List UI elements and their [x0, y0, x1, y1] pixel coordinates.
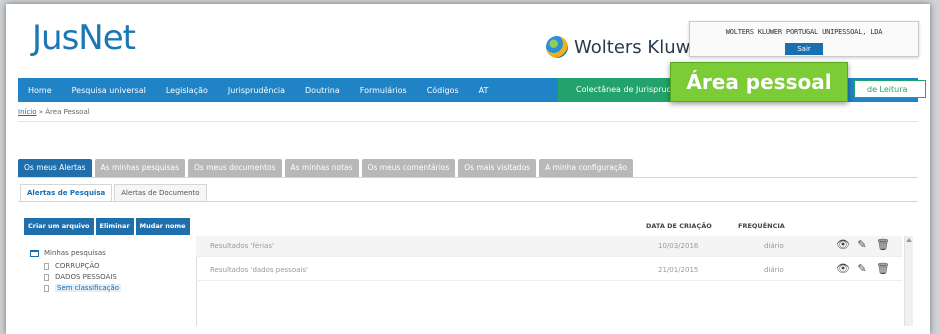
breadcrumb-home-link[interactable]: Início [18, 108, 37, 116]
page-frame: JusNet Wolters Kluwer WOLTERS KLUWER POR… [6, 4, 930, 334]
nav-item-forms[interactable]: Formulários [350, 86, 417, 95]
nav-item-legislation[interactable]: Legislação [156, 86, 218, 95]
row-frequency: diário [764, 266, 784, 274]
document-icon [44, 284, 49, 292]
sub-tabs: Alertas de Pesquisa Alertas de Documento [20, 184, 209, 201]
company-panel: WOLTERS KLUWER PORTUGAL UNIPESSOAL, LDA … [689, 21, 919, 57]
create-folder-button[interactable]: Criar um arquivo [24, 218, 94, 235]
tab-my-notes[interactable]: As minhas notas [284, 159, 359, 177]
delete-button[interactable]: Eliminar [95, 218, 134, 235]
subtab-search-alerts[interactable]: Alertas de Pesquisa [20, 184, 113, 201]
tree-item-label: CORRUPÇÃO [55, 262, 100, 270]
row-date: 21/01/2015 [658, 266, 699, 274]
view-icon[interactable]: 👁 [836, 263, 850, 275]
tree-item-corruption[interactable]: CORRUPÇÃO [44, 262, 121, 270]
tree-item-label: Sem classificação [55, 284, 122, 292]
tree-item-label: DADOS PESSOAIS [55, 273, 117, 281]
subtab-document-alerts[interactable]: Alertas de Documento [114, 184, 207, 201]
jusnet-logo[interactable]: JusNet [32, 18, 136, 58]
document-icon [44, 273, 49, 281]
edit-icon[interactable]: ✎ [856, 263, 868, 275]
table-scrollbar[interactable] [904, 236, 913, 326]
divider [18, 177, 918, 178]
tab-my-documents[interactable]: Os meus documentos [188, 159, 282, 177]
tab-most-visited[interactable]: Os mais visitados [458, 159, 537, 177]
wolters-kluwer-brand: Wolters Kluwer [546, 36, 709, 58]
column-header-frequency[interactable]: FREQUÊNCIA [738, 222, 785, 230]
scroll-up-arrow-icon[interactable] [906, 238, 912, 242]
divider [18, 121, 918, 122]
folder-tree: Minhas pesquisas CORRUPÇÃO DADOS PESSOAI… [30, 249, 122, 295]
rename-button[interactable]: Mudar nome [135, 218, 190, 235]
edit-icon[interactable]: ✎ [856, 239, 868, 251]
nav-item-home[interactable]: Home [18, 86, 62, 95]
tab-my-searches[interactable]: As minhas pesquisas [94, 159, 186, 177]
breadcrumb-separator: » [36, 108, 46, 116]
nav-item-universal-search[interactable]: Pesquisa universal [62, 86, 156, 95]
tab-my-alerts[interactable]: Os meus Alertas [18, 159, 92, 177]
tab-my-comments[interactable]: Os meus comentários [361, 159, 456, 177]
wolters-kluwer-globe-icon [546, 36, 568, 58]
table-row[interactable]: Resultados 'férias' 10/03/2016 diário 👁 … [196, 236, 902, 257]
table-row[interactable]: Resultados 'dados pessoais' 21/01/2015 d… [196, 260, 902, 281]
breadcrumb-current: Área Pessoal [45, 108, 90, 116]
nav-item-jurisprudence[interactable]: Jurisprudência [218, 86, 295, 95]
reading-list-button[interactable]: de Leitura [854, 80, 926, 98]
main-tabs: Os meus Alertas As minhas pesquisas Os m… [18, 159, 636, 177]
breadcrumb: Início » Área Pessoal [18, 108, 90, 116]
row-frequency: diário [764, 242, 784, 250]
view-icon[interactable]: 👁 [836, 239, 850, 251]
tree-root-label: Minhas pesquisas [44, 249, 106, 257]
nav-item-at[interactable]: AT [469, 86, 499, 95]
folder-actions: Criar um arquivo Eliminar Mudar nome [24, 218, 192, 235]
divider [18, 201, 918, 202]
nav-item-codes[interactable]: Códigos [417, 86, 469, 95]
row-title: Resultados 'dados pessoais' [210, 266, 308, 274]
logout-button[interactable]: Sair [785, 43, 823, 55]
tree-item-unclassified[interactable]: Sem classificação [44, 284, 122, 292]
folder-icon [30, 249, 39, 257]
personal-area-badge: Área pessoal [670, 62, 848, 102]
tree-root[interactable]: Minhas pesquisas [30, 249, 121, 257]
nav-item-doctrine[interactable]: Doutrina [295, 86, 350, 95]
company-name: WOLTERS KLUWER PORTUGAL UNIPESSOAL, LDA [725, 28, 883, 36]
column-header-date[interactable]: DATA DE CRIAÇÃO [646, 222, 712, 230]
tab-my-settings[interactable]: A minha configuração [539, 159, 634, 177]
tree-item-personal-data[interactable]: DADOS PESSOAIS [44, 273, 121, 281]
row-title: Resultados 'férias' [210, 242, 274, 250]
row-date: 10/03/2016 [658, 242, 699, 250]
trash-icon[interactable]: 🗑 [876, 239, 890, 251]
trash-icon[interactable]: 🗑 [876, 263, 890, 275]
document-icon [44, 262, 49, 270]
